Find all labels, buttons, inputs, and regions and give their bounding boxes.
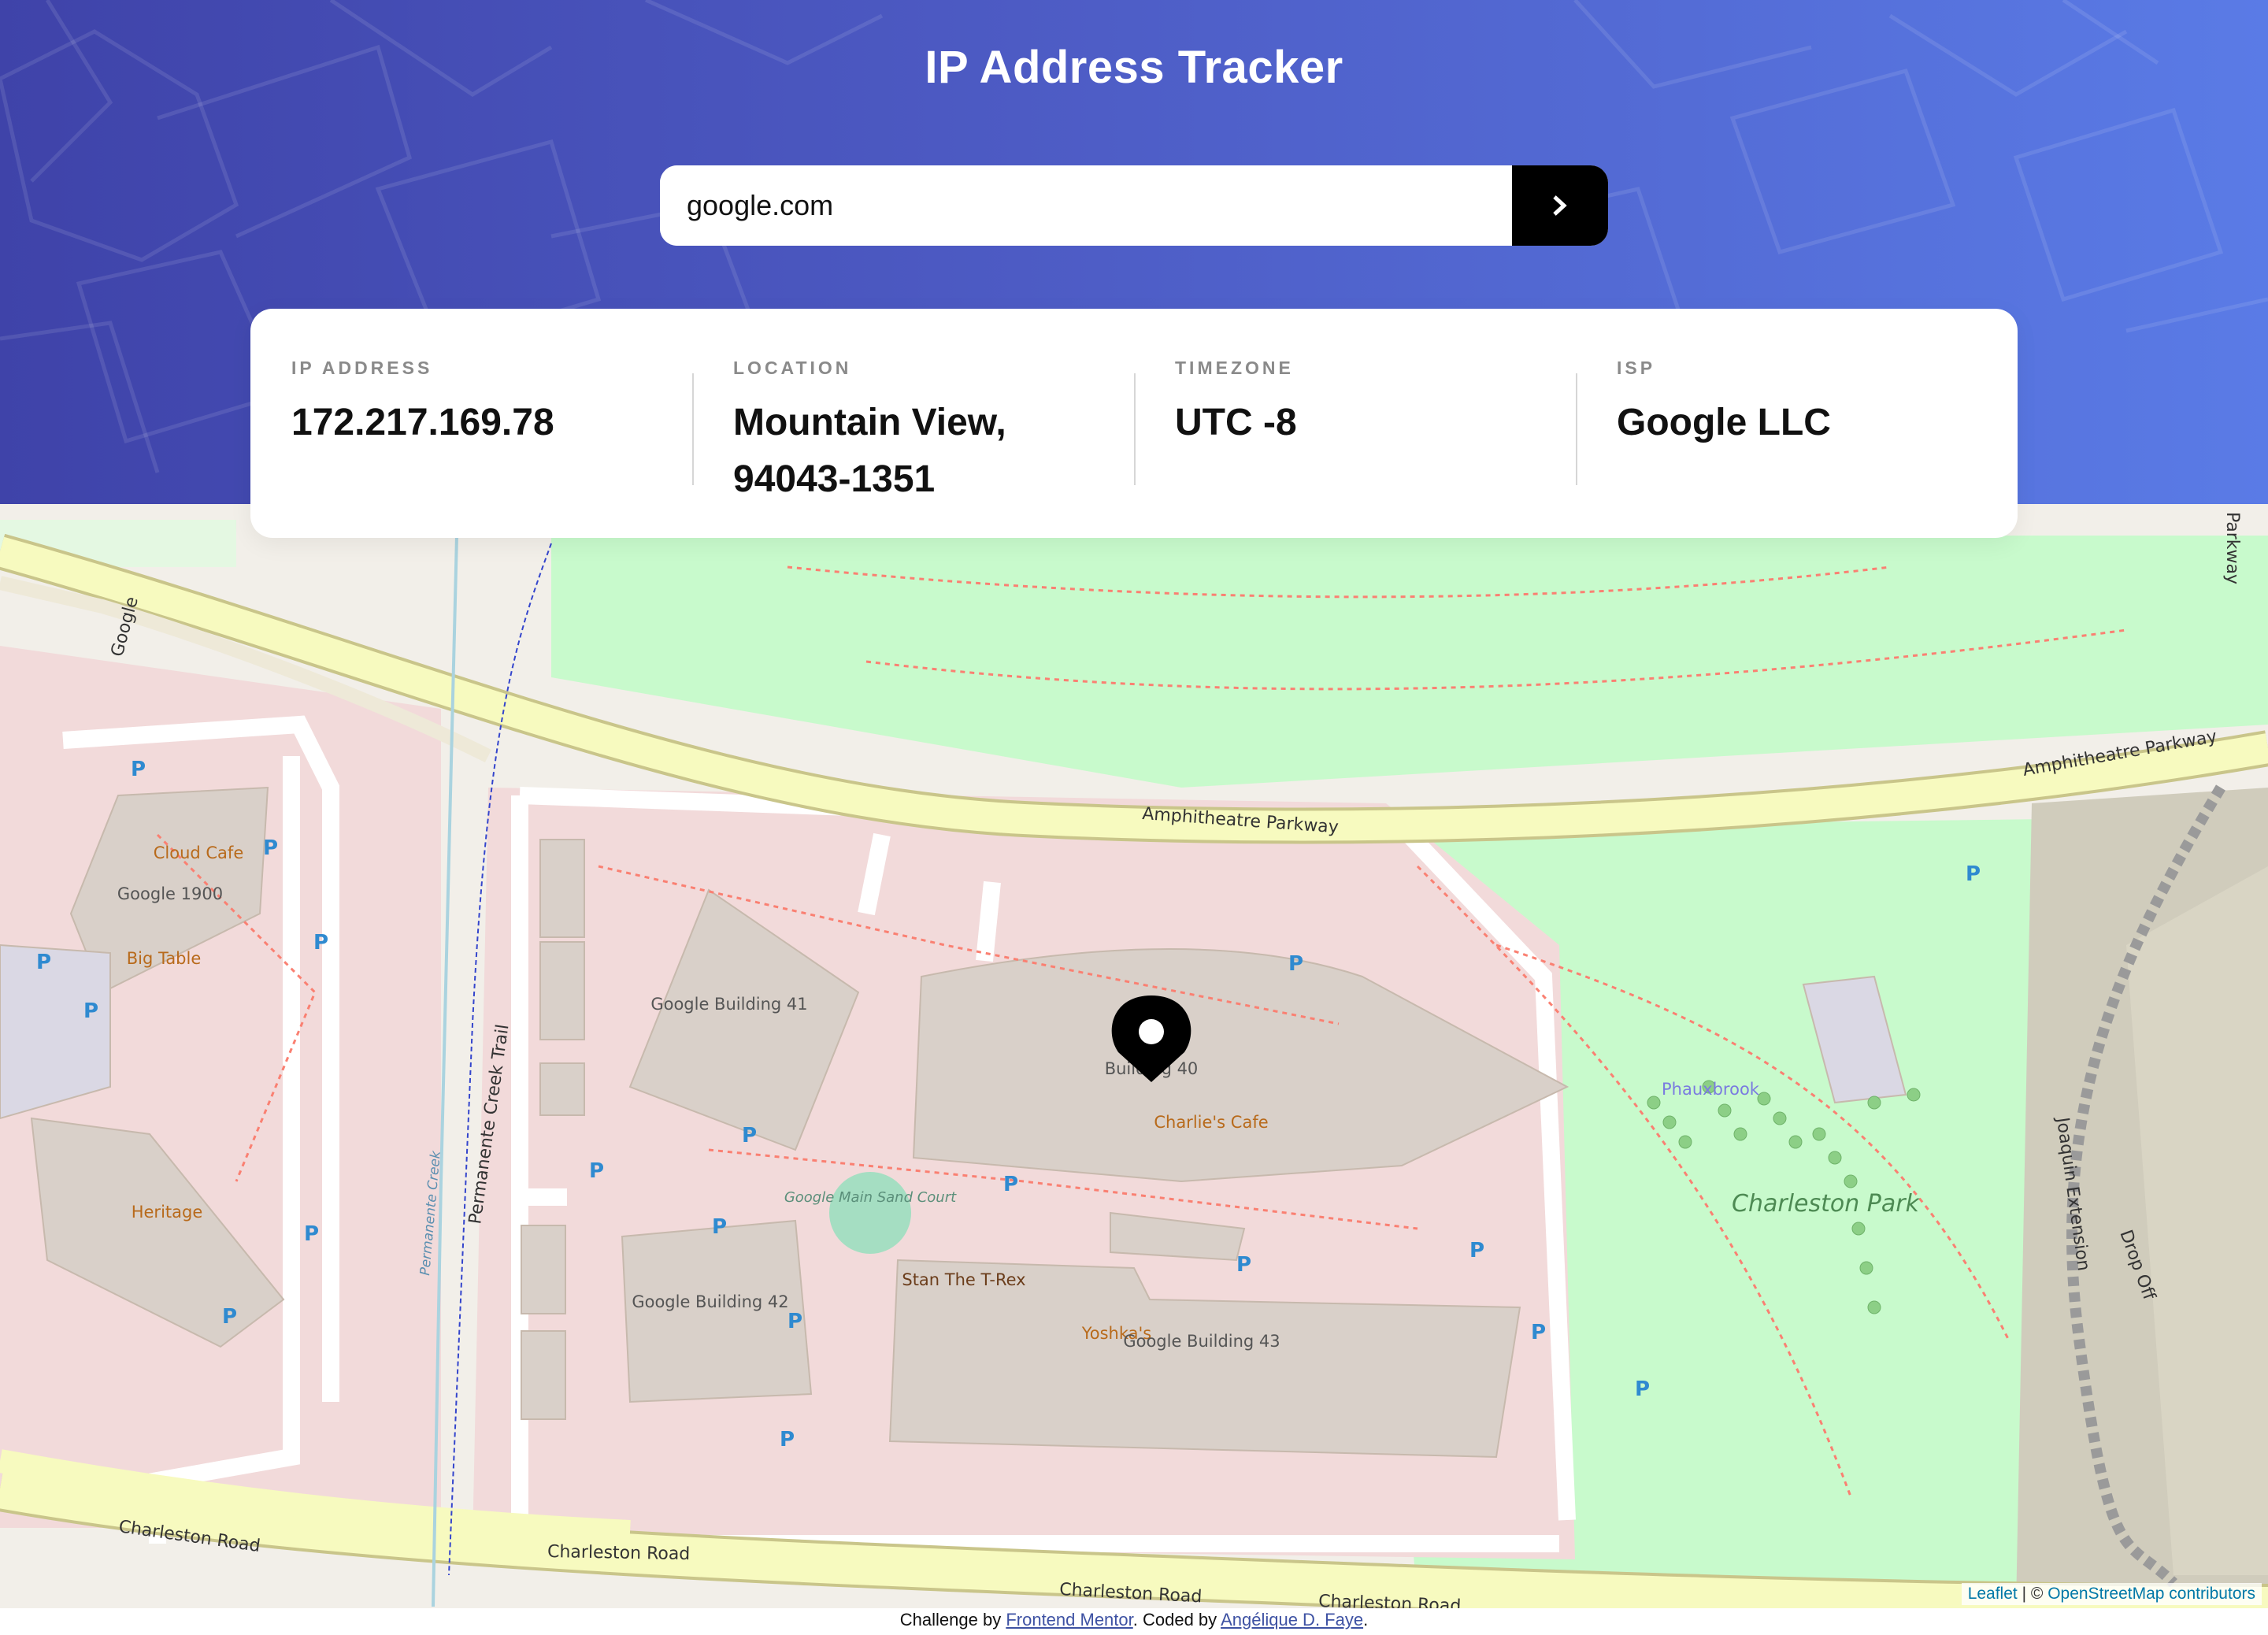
bicycle-parking-icon: P [1966,862,1981,886]
parking-icon: P [1635,1377,1650,1401]
google-1900-label: Google 1900 [117,884,223,903]
footer: Challenge by Frontend Mentor. Coded by A… [0,1608,2268,1635]
bicycle-parking-icon: P [742,1124,757,1147]
location-label: LOCATION [733,358,852,378]
osm-link[interactable]: OpenStreetMap contributors [2048,1585,2255,1603]
attribution-separator: | © [2017,1585,2048,1603]
google-43-label: Google Building 43 [1123,1332,1280,1351]
big-table-label: Big Table [127,949,202,968]
phauxbrook-label: Phauxbrook [1662,1080,1760,1099]
leaflet-link[interactable]: Leaflet [1968,1585,2018,1603]
search-input[interactable] [660,165,1512,246]
bicycle-parking-icon: P [263,836,278,860]
cloud-cafe-label: Cloud Cafe [154,843,244,862]
parking-icon: P [131,758,146,781]
bicycle-parking-icon: P [83,999,98,1023]
parking-icon: P [1288,952,1303,976]
info-card: IP ADDRESS 172.217.169.78 LOCATION Mount… [250,309,2018,538]
parkway-edge-label: Parkway [2222,512,2242,584]
bicycle-parking-icon: P [780,1428,795,1451]
search-bar [660,165,1608,246]
parking-icon: P [313,931,328,955]
sand-court-label: Google Main Sand Court [784,1189,957,1206]
timezone-label: TIMEZONE [1175,358,1294,378]
bicycle-parking-icon: P [788,1310,802,1333]
stan-label: Stan The T-Rex [902,1270,1025,1289]
heritage-label: Heritage [132,1203,203,1222]
bicycle-parking-icon: P [1003,1173,1018,1196]
isp-label: ISP [1617,358,1656,378]
bicycle-parking-icon: P [589,1159,604,1183]
frontend-mentor-link[interactable]: Frontend Mentor [1006,1610,1132,1629]
google-41-label: Google Building 41 [650,995,807,1014]
charlies-label: Charlie's Cafe [1154,1113,1268,1132]
search-submit-button[interactable] [1512,165,1608,246]
parking-icon: P [304,1222,319,1246]
map-tiles[interactable]: Amphitheatre Parkway Amphitheatre Parkwa… [0,504,2268,1608]
bicycle-parking-icon: P [36,951,51,974]
author-link[interactable]: Angélique D. Faye [1221,1610,1363,1629]
charleston-label-2: Charleston Road [547,1542,691,1564]
bicycle-parking-icon: P [1236,1253,1251,1277]
page-title: IP Address Tracker [925,42,1343,93]
bicycle-parking-icon: P [222,1305,237,1329]
isp-value: Google LLC [1617,402,1831,443]
location-value: Mountain View, 94043-1351 [733,402,1006,500]
bicycle-parking-icon: P [712,1215,727,1239]
bicycle-parking-icon: P [1531,1321,1546,1344]
info-ip: IP ADDRESS 172.217.169.78 [250,358,692,538]
info-isp: ISP Google LLC [1576,358,2018,538]
info-timezone: TIMEZONE UTC -8 [1134,358,1576,538]
footer-suffix: . [1363,1610,1369,1629]
timezone-value: UTC -8 [1175,402,1297,443]
map-attribution: Leaflet | © OpenStreetMap contributors [1961,1583,2262,1605]
bicycle-parking-icon: P [1469,1239,1484,1262]
map[interactable]: Amphitheatre Parkway Amphitheatre Parkwa… [0,504,2268,1608]
chevron-right-icon [1553,195,1567,216]
footer-mid: . Coded by [1132,1610,1221,1629]
footer-prefix: Challenge by [899,1610,1006,1629]
google-42-label: Google Building 42 [632,1292,788,1311]
info-location: LOCATION Mountain View, 94043-1351 [692,358,1134,538]
ip-value: 172.217.169.78 [291,402,554,443]
ip-label: IP ADDRESS [291,358,433,378]
park-area-north [551,536,2268,788]
sand-court [829,1172,911,1254]
charleston-park-label: Charleston Park [1732,1190,1921,1218]
